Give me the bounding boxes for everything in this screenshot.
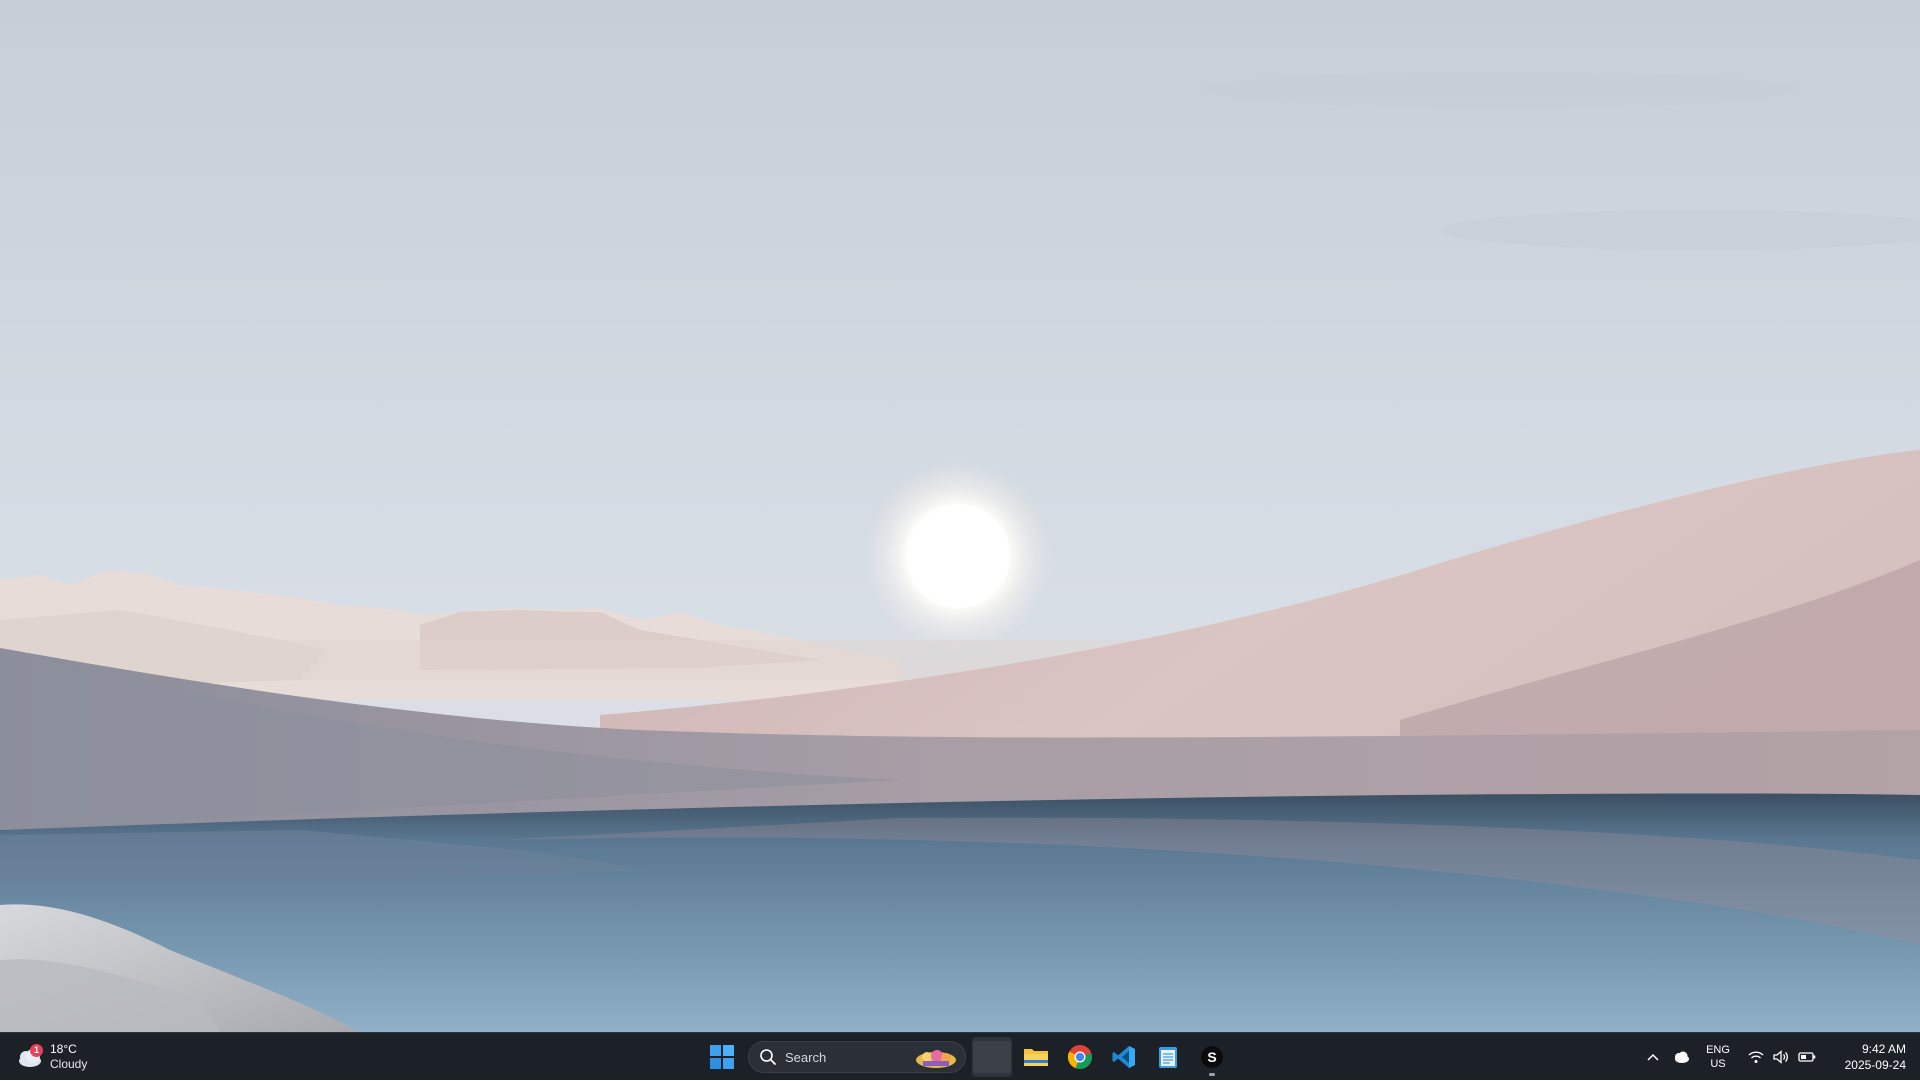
search-highlight-icon bbox=[916, 1050, 956, 1068]
windows-icon bbox=[710, 1045, 734, 1069]
vscode-icon bbox=[1112, 1046, 1135, 1068]
taskbar-center: Search S bbox=[700, 1037, 1234, 1077]
weather-temperature: 18°C bbox=[50, 1042, 77, 1056]
language-region: US bbox=[1710, 1058, 1726, 1070]
taskbar-notepad[interactable] bbox=[1148, 1037, 1188, 1077]
clock[interactable]: 9:42 AM 2025-09-24 bbox=[1824, 1037, 1920, 1077]
notepad-icon bbox=[1159, 1047, 1177, 1068]
cloud-weather-icon: 1 bbox=[14, 1044, 44, 1070]
search-placeholder: Search bbox=[785, 1049, 827, 1065]
clock-time: 9:42 AM bbox=[1861, 1042, 1906, 1056]
search-icon bbox=[760, 1049, 776, 1065]
taskbar-vscode[interactable] bbox=[1104, 1037, 1144, 1077]
language-indicator[interactable]: ENG US bbox=[1696, 1037, 1740, 1077]
language-code: ENG bbox=[1706, 1044, 1730, 1056]
desktop[interactable] bbox=[0, 0, 1920, 1032]
folder-icon bbox=[1024, 1049, 1048, 1066]
desktop-wallpaper bbox=[0, 0, 1920, 1032]
chrome-icon bbox=[1067, 1045, 1092, 1069]
task-view-button[interactable] bbox=[972, 1037, 1012, 1077]
onedrive-cloud-icon bbox=[1675, 1051, 1689, 1063]
taskbar-chrome[interactable] bbox=[1060, 1037, 1100, 1077]
wifi-icon bbox=[1748, 1051, 1764, 1063]
clock-date: 2025-09-24 bbox=[1844, 1058, 1906, 1072]
weather-condition: Cloudy bbox=[50, 1057, 88, 1071]
battery-icon bbox=[1797, 1052, 1815, 1062]
onedrive-button[interactable] bbox=[1666, 1037, 1696, 1077]
task-view-thumbnail bbox=[973, 1041, 1011, 1073]
taskbar-file-explorer[interactable] bbox=[1016, 1037, 1056, 1077]
running-indicator bbox=[1209, 1073, 1215, 1076]
s-app-icon: S bbox=[1201, 1046, 1223, 1068]
system-tray: ENG US 9:42 AM 2025-09-24 bbox=[1640, 1033, 1920, 1081]
weather-widget[interactable]: 1 18°C Cloudy bbox=[14, 1037, 106, 1077]
show-hidden-icons-button[interactable] bbox=[1640, 1037, 1666, 1077]
chevron-up-icon bbox=[1647, 1053, 1659, 1061]
taskbar-s-app[interactable]: S bbox=[1192, 1037, 1232, 1077]
quick-settings-button[interactable] bbox=[1740, 1037, 1824, 1077]
svg-text:S: S bbox=[1207, 1049, 1216, 1065]
search-box[interactable]: Search bbox=[748, 1041, 966, 1073]
start-button[interactable] bbox=[702, 1037, 742, 1077]
weather-badge: 1 bbox=[30, 1044, 43, 1057]
taskbar: 1 18°C Cloudy Search S ENG US 9:42 AM 20… bbox=[0, 1032, 1920, 1080]
volume-icon bbox=[1773, 1050, 1788, 1064]
